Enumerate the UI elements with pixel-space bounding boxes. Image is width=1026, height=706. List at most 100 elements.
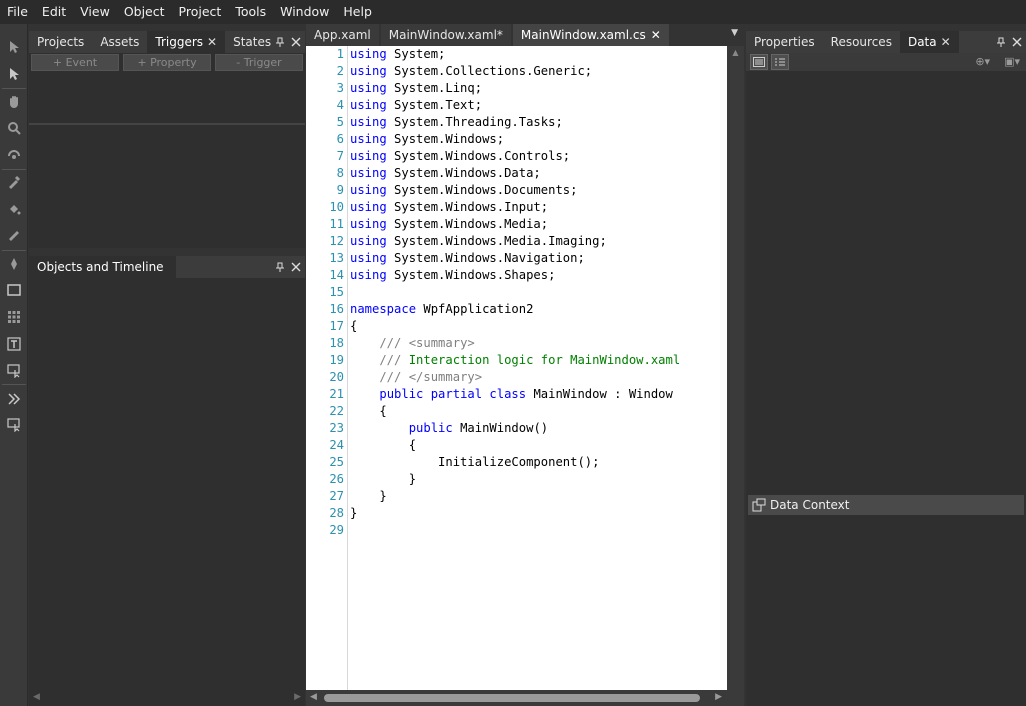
tab-assets[interactable]: Assets	[92, 31, 147, 53]
close-icon[interactable]	[1012, 37, 1022, 47]
tab-mainwindow-xaml-cs[interactable]: MainWindow.xaml.cs ✕	[512, 24, 669, 46]
close-icon[interactable]: ✕	[207, 35, 217, 49]
code-text: using System.Windows.Controls;	[350, 149, 571, 163]
line-number: 29	[329, 523, 344, 537]
code-line[interactable]: 6 using System.Windows;	[306, 131, 727, 148]
pen-tool-icon[interactable]	[3, 253, 25, 275]
create-data-source-icon[interactable]: ▣▾	[1004, 55, 1020, 68]
pin-icon[interactable]	[996, 37, 1006, 47]
menu-window[interactable]: Window	[273, 0, 336, 24]
code-line[interactable]: 14 using System.Windows.Shapes;	[306, 267, 727, 284]
data-context-header[interactable]: Data Context	[748, 495, 1024, 515]
code-line[interactable]: 28}	[306, 505, 727, 522]
gradient-tool-icon[interactable]	[3, 225, 25, 247]
code-line[interactable]: 12 using System.Windows.Media.Imaging;	[306, 233, 727, 250]
add-property-button[interactable]: + Property	[123, 54, 211, 71]
scroll-thumb[interactable]	[324, 694, 700, 702]
code-line[interactable]: 8 using System.Windows.Data;	[306, 165, 727, 182]
scroll-left-icon[interactable]: ◀	[310, 692, 317, 702]
code-line[interactable]: 13 using System.Windows.Navigation;	[306, 250, 727, 267]
code-line[interactable]: 9 using System.Windows.Documents;	[306, 182, 727, 199]
remove-trigger-button[interactable]: - Trigger	[215, 54, 303, 71]
menu-object[interactable]: Object	[117, 0, 172, 24]
tab-triggers[interactable]: Triggers ✕	[147, 31, 226, 53]
assets-tool-icon[interactable]	[3, 413, 25, 435]
close-icon[interactable]	[291, 262, 301, 272]
panel-divider[interactable]	[29, 123, 305, 125]
text-tool-icon[interactable]	[3, 333, 25, 355]
menu-view[interactable]: View	[73, 0, 117, 24]
add-data-source-icon[interactable]: ⊕▾	[975, 55, 990, 68]
line-number: 6	[336, 132, 344, 146]
menu-edit[interactable]: Edit	[35, 0, 73, 24]
tab-objects-and-timeline[interactable]: Objects and Timeline	[29, 256, 176, 278]
pan-hand-icon[interactable]	[3, 91, 25, 113]
close-icon[interactable]: ✕	[941, 35, 951, 49]
code-text-area[interactable]: 1 using System; 2 using System.Collections.…	[306, 46, 727, 706]
code-text: /// Interaction logic for MainWindow.xam…	[350, 353, 681, 367]
code-line[interactable]: 19 /// Interaction logic for MainWindow.…	[306, 352, 727, 369]
control-tool-icon[interactable]	[3, 359, 25, 381]
code-line[interactable]: 15	[306, 284, 727, 301]
code-line[interactable]: 23 public MainWindow()	[306, 420, 727, 437]
code-line[interactable]: 26 }	[306, 471, 727, 488]
code-line[interactable]: 22 {	[306, 403, 727, 420]
code-line[interactable]: 20 /// </summary>	[306, 369, 727, 386]
code-line[interactable]: 1 using System;	[306, 46, 727, 63]
scroll-up-icon[interactable]: ▲	[732, 48, 738, 57]
code-line[interactable]: 7 using System.Windows.Controls;	[306, 148, 727, 165]
pin-icon[interactable]	[275, 262, 285, 272]
tab-resources[interactable]: Resources	[823, 31, 900, 53]
tab-data-label: Data	[907, 35, 937, 49]
code-line[interactable]: 2 using System.Collections.Generic;	[306, 63, 727, 80]
menu-file[interactable]: File	[0, 0, 35, 24]
tab-states[interactable]: States	[225, 31, 279, 53]
scroll-right-icon[interactable]: ▶	[294, 692, 301, 702]
paint-bucket-icon[interactable]	[3, 198, 25, 220]
camera-orbit-icon[interactable]	[3, 144, 25, 166]
tab-properties[interactable]: Properties	[746, 31, 823, 53]
code-line[interactable]: 25 InitializeComponent();	[306, 454, 727, 471]
menu-help[interactable]: Help	[336, 0, 379, 24]
direct-selection-tool-icon[interactable]	[3, 63, 25, 85]
eyedropper-icon[interactable]	[3, 171, 25, 193]
add-event-button[interactable]: + Event	[31, 54, 119, 71]
pin-icon[interactable]	[275, 37, 285, 47]
code-line[interactable]: 11 using System.Windows.Media;	[306, 216, 727, 233]
details-mode-icon[interactable]	[771, 54, 789, 70]
expand-chevron-icon[interactable]	[3, 388, 25, 410]
selection-tool-icon[interactable]	[3, 36, 25, 58]
menu-project[interactable]: Project	[172, 0, 229, 24]
code-line[interactable]: 16 namespace WpfApplication2	[306, 301, 727, 318]
zoom-icon[interactable]	[3, 117, 25, 139]
code-line[interactable]: 29	[306, 522, 727, 539]
code-line[interactable]: 27 }	[306, 488, 727, 505]
tab-dropdown-icon[interactable]: ▼	[731, 28, 738, 38]
tab-projects[interactable]: Projects	[29, 31, 92, 53]
line-number: 21	[329, 387, 344, 401]
menu-tools[interactable]: Tools	[228, 0, 273, 24]
close-icon[interactable]: ✕	[651, 28, 661, 42]
scroll-left-icon[interactable]: ◀	[33, 692, 40, 702]
tab-mainwindow-xaml[interactable]: MainWindow.xaml*	[380, 24, 511, 46]
code-line[interactable]: 24 {	[306, 437, 727, 454]
tab-app-xaml[interactable]: App.xaml	[306, 24, 379, 46]
code-text: using System.Windows.Media;	[350, 217, 549, 231]
code-text: {	[350, 404, 387, 418]
rectangle-tool-icon[interactable]	[3, 279, 25, 301]
close-icon[interactable]	[291, 37, 301, 47]
code-line[interactable]: 21 public partial class MainWindow : Win…	[306, 386, 727, 403]
vertical-scrollbar[interactable]: ▲ ▼	[727, 46, 744, 706]
code-line[interactable]: 10 using System.Windows.Input;	[306, 199, 727, 216]
editor-horizontal-scrollbar[interactable]: ◀ ▶	[306, 690, 744, 706]
horizontal-scrollbar[interactable]: ◀ ▶	[29, 690, 305, 704]
list-mode-icon[interactable]	[750, 54, 768, 70]
code-line[interactable]: 5 using System.Threading.Tasks;	[306, 114, 727, 131]
grid-layout-icon[interactable]	[3, 306, 25, 328]
code-line[interactable]: 4 using System.Text;	[306, 97, 727, 114]
code-line[interactable]: 18 /// <summary>	[306, 335, 727, 352]
scroll-right-icon[interactable]: ▶	[715, 692, 722, 702]
code-line[interactable]: 17 {	[306, 318, 727, 335]
code-line[interactable]: 3 using System.Linq;	[306, 80, 727, 97]
tab-data[interactable]: Data ✕	[899, 31, 959, 53]
